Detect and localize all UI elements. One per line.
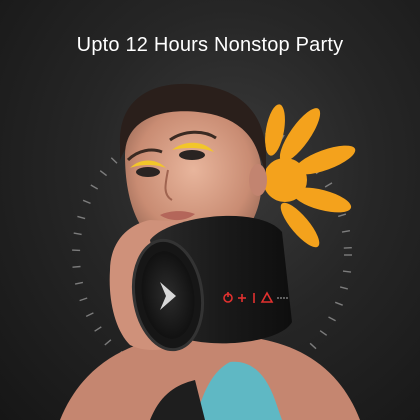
tick-mark	[324, 182, 333, 188]
tick-mark	[309, 342, 317, 350]
left-eye	[136, 167, 160, 177]
tick-mark	[339, 286, 348, 290]
tick-mark	[99, 170, 108, 177]
tick-mark	[342, 270, 352, 273]
tick-mark	[90, 184, 99, 190]
right-eye	[179, 150, 205, 160]
tick-mark	[94, 326, 102, 332]
product-banner: Upto 12 Hours Nonstop Party	[0, 0, 420, 420]
tick-mark	[73, 232, 82, 236]
tick-mark	[74, 281, 84, 285]
tick-mark	[77, 215, 86, 220]
product-photo	[60, 83, 360, 420]
tick-mark	[328, 316, 336, 322]
tick-mark	[82, 199, 91, 205]
tick-mark	[85, 312, 94, 318]
tick-mark	[337, 213, 347, 218]
tick-mark	[319, 330, 328, 336]
ear	[249, 164, 267, 196]
tick-mark	[341, 230, 351, 233]
tick-mark	[79, 297, 88, 302]
tick-mark	[110, 157, 118, 164]
tick-mark	[72, 265, 81, 268]
tick-mark	[104, 339, 112, 346]
tick-mark	[334, 301, 343, 306]
